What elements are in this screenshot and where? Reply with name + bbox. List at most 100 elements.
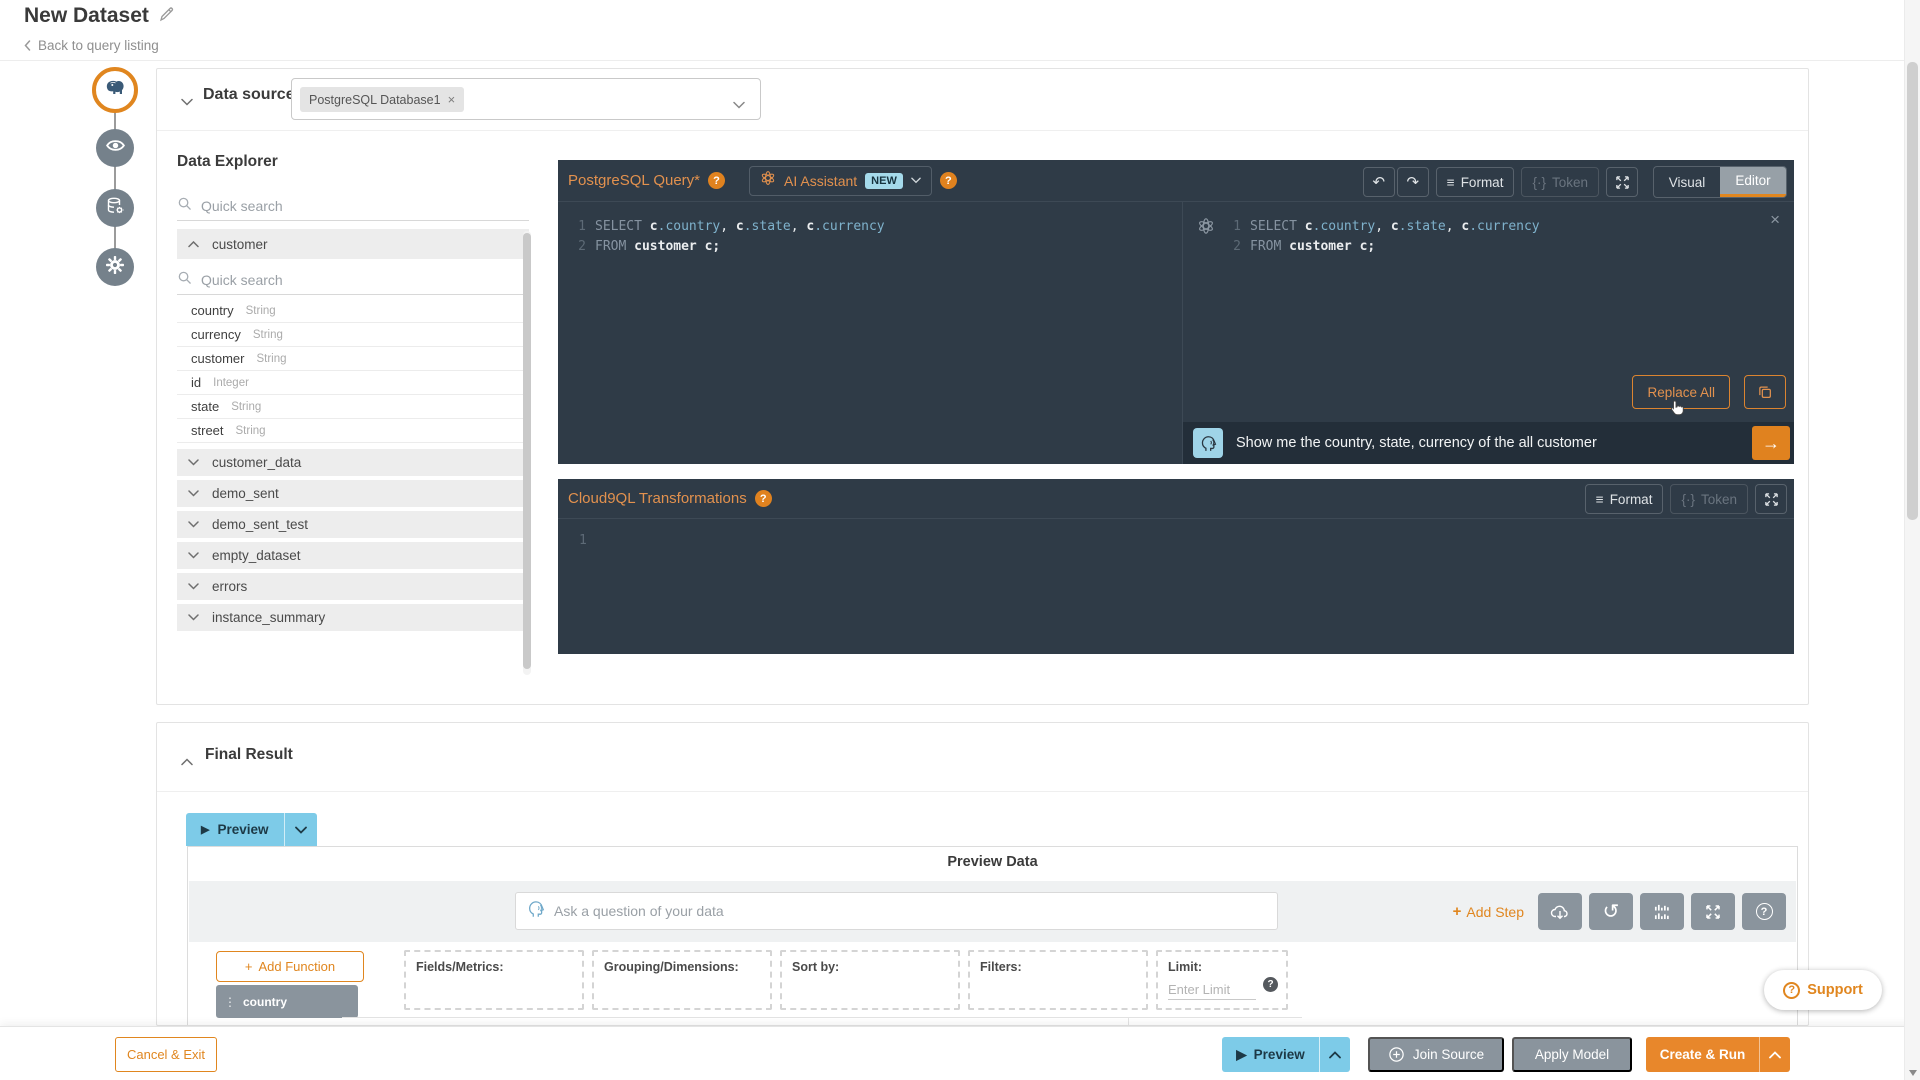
dropzone-limit: Limit: ? — [1156, 950, 1288, 1010]
field-type: String — [256, 352, 287, 365]
support-button[interactable]: ? Support — [1764, 970, 1882, 1010]
join-source-button[interactable]: Join Source — [1368, 1037, 1504, 1072]
close-icon[interactable]: × — [1770, 210, 1780, 230]
dropzone-filters[interactable]: Filters: — [968, 950, 1148, 1010]
field-row[interactable]: id Integer — [177, 371, 523, 395]
edit-pencil-icon[interactable] — [159, 6, 175, 27]
table-name: empty_dataset — [212, 548, 301, 563]
limit-input[interactable] — [1168, 982, 1256, 1000]
add-function-label: Add Function — [258, 959, 336, 974]
help-icon[interactable]: ? — [1263, 977, 1278, 992]
cancel-exit-button[interactable]: Cancel & Exit — [115, 1037, 217, 1072]
table-row[interactable]: instance_summary — [177, 604, 529, 631]
field-row[interactable]: customer String — [177, 347, 523, 371]
send-prompt-button[interactable]: → — [1752, 426, 1790, 460]
field-search-input[interactable] — [201, 271, 529, 288]
braces-icon: {·} — [1681, 491, 1695, 507]
footer-preview-dropdown[interactable] — [1320, 1037, 1350, 1072]
add-step-button[interactable]: + Add Step — [1453, 903, 1524, 920]
back-link-label: Back to query listing — [38, 38, 159, 53]
result-grid-divider — [1128, 1017, 1129, 1025]
dropzone-fields-metrics[interactable]: Fields/Metrics: — [404, 950, 584, 1010]
back-to-query-listing-link[interactable]: Back to query listing — [24, 38, 159, 53]
ai-assistant-button[interactable]: AI Assistant NEW — [749, 165, 932, 196]
field-row[interactable]: currency String — [177, 323, 523, 347]
preview-button[interactable]: ▶ Preview — [186, 813, 284, 846]
field-row[interactable]: street String — [177, 419, 523, 443]
footer-preview-button[interactable]: ▶ Preview — [1222, 1037, 1319, 1072]
plus-icon: + — [1452, 903, 1462, 920]
ai-prompt-bar[interactable]: Show me the country, state, currency of … — [1183, 422, 1794, 464]
sql-panel-header: PostgreSQL Query* ? AI Assistant NEW ? ↶… — [558, 160, 1794, 202]
expand-button[interactable] — [1691, 893, 1735, 930]
table-row[interactable]: empty_dataset — [177, 542, 529, 569]
redo-button[interactable]: ↷ — [1396, 167, 1429, 197]
token-button[interactable]: {·} Token — [1670, 484, 1748, 514]
download-button[interactable] — [1538, 893, 1582, 930]
remove-tag-icon[interactable]: × — [448, 92, 456, 107]
expand-arrows-icon — [1615, 175, 1629, 189]
preview-data-panel: Preview Data + Add Step ↺ — [187, 846, 1798, 1025]
table-customer-expanded[interactable]: customer — [177, 229, 529, 259]
field-row[interactable]: state String — [177, 395, 523, 419]
fullscreen-button[interactable] — [1606, 167, 1638, 197]
tab-visual[interactable]: Visual — [1654, 167, 1720, 197]
postgresql-elephant-icon — [103, 76, 127, 105]
table-name: demo_sent_test — [212, 517, 309, 532]
dropzone-sort-by[interactable]: Sort by: — [780, 950, 960, 1010]
field-row[interactable]: country String — [177, 299, 523, 323]
step-transformations[interactable] — [96, 189, 134, 227]
chevron-down-icon — [188, 459, 199, 466]
dropzone-grouping-dimensions[interactable]: Grouping/Dimensions: — [592, 950, 772, 1010]
undo-button[interactable]: ↶ — [1362, 167, 1395, 197]
table-row[interactable]: demo_sent — [177, 480, 529, 507]
search-icon — [177, 196, 192, 216]
scrollbar-down-arrow-icon[interactable] — [1909, 1070, 1917, 1076]
help-icon[interactable]: ? — [939, 172, 957, 189]
token-label: Token — [1700, 491, 1737, 507]
step-preview[interactable] — [96, 129, 134, 167]
reset-button[interactable]: ↺ — [1589, 893, 1633, 930]
preview-dropdown-button[interactable] — [285, 813, 317, 846]
page: New Dataset Back to query listing Data s… — [0, 0, 1920, 1080]
help-button[interactable]: ? — [1742, 893, 1786, 930]
fullscreen-button[interactable] — [1755, 484, 1787, 514]
data-explorer-title: Data Explorer — [177, 153, 278, 170]
create-run-dropdown[interactable] — [1760, 1037, 1790, 1072]
expand-arrows-icon — [1764, 492, 1778, 506]
explorer-search-input[interactable] — [201, 197, 529, 214]
apply-model-button[interactable]: Apply Model — [1512, 1037, 1632, 1072]
step-datasource-postgresql[interactable] — [92, 67, 138, 113]
datasource-select[interactable]: PostgreSQL Database1 × — [291, 78, 761, 120]
explorer-scrollbar-thumb[interactable] — [523, 233, 531, 669]
explorer-scrollbar — [523, 231, 531, 675]
add-function-button[interactable]: + Add Function — [216, 951, 364, 982]
question-circle-icon: ? — [1755, 903, 1773, 920]
table-row[interactable]: demo_sent_test — [177, 511, 529, 538]
field-chip-country[interactable]: ⋮ country — [216, 985, 358, 1018]
help-icon[interactable]: ? — [708, 172, 726, 189]
copy-button[interactable] — [1744, 375, 1786, 409]
tab-editor[interactable]: Editor — [1720, 167, 1786, 197]
table-row[interactable]: errors — [177, 573, 529, 600]
table-row[interactable]: customer_data — [177, 449, 529, 476]
ask-question-input[interactable] — [554, 903, 1267, 919]
dropzone-row: Fields/Metrics: Grouping/Dimensions: Sor… — [404, 950, 1288, 1010]
datasource-collapse-chevron-icon[interactable] — [181, 93, 193, 111]
sql-code-editor[interactable]: 1 SELECT c.country, c.state, c.currency 2… — [558, 202, 1182, 464]
preview-data-title: Preview Data — [947, 854, 1038, 870]
table-name: customer — [212, 236, 268, 252]
ai-code-block: 1 SELECT c.country, c.state, c.currency 2… — [1229, 216, 1539, 256]
footer-preview-split-button: ▶ Preview — [1222, 1037, 1350, 1072]
step-settings[interactable] — [96, 248, 134, 286]
token-button[interactable]: {·} Token — [1521, 167, 1599, 197]
replace-all-button[interactable]: Replace All — [1632, 375, 1730, 409]
format-button[interactable]: ≡ Format — [1584, 484, 1664, 514]
page-scrollbar-thumb[interactable] — [1907, 62, 1918, 520]
chart-button[interactable] — [1640, 893, 1684, 930]
help-icon[interactable]: ? — [754, 490, 772, 507]
create-run-button[interactable]: Create & Run — [1646, 1037, 1759, 1072]
chevron-up-icon[interactable] — [181, 753, 193, 771]
copy-icon — [1759, 386, 1771, 398]
format-button[interactable]: ≡ Format — [1435, 167, 1515, 197]
